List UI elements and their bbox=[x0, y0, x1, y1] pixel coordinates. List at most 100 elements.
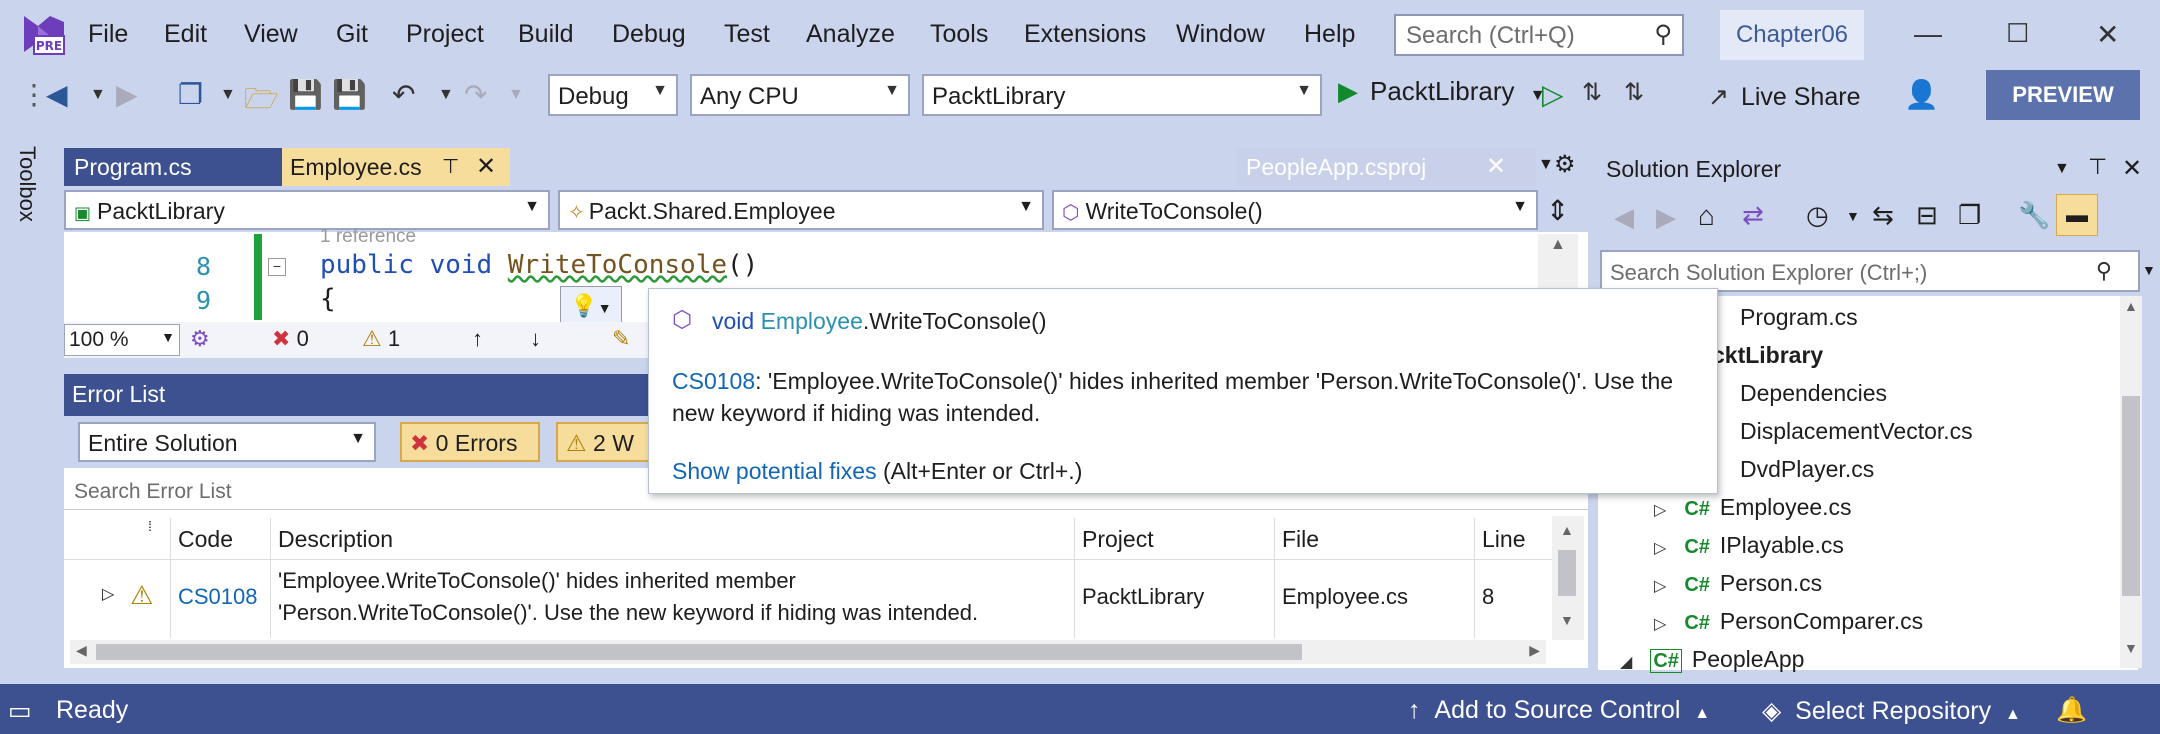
menu-tools[interactable]: Tools bbox=[930, 20, 988, 49]
scroll-thumb[interactable] bbox=[1558, 550, 1576, 596]
scroll-up-icon[interactable]: ▲ bbox=[2124, 298, 2138, 314]
select-repository-button[interactable]: ◈ Select Repository ▲ bbox=[1762, 696, 2021, 726]
solution-explorer-title[interactable]: Solution Explorer ▼ ⊤ ✕ bbox=[1598, 150, 2160, 190]
configuration-select[interactable]: Debug ▼ bbox=[548, 74, 678, 116]
settings-gear-icon[interactable]: ⚙ bbox=[1554, 150, 1576, 179]
pending-dropdown-icon[interactable]: ▼ bbox=[1846, 208, 1860, 224]
tab-program-cs[interactable]: Program.cs bbox=[64, 148, 282, 186]
new-project-icon[interactable]: ❐ bbox=[178, 78, 203, 111]
close-icon[interactable]: ✕ bbox=[2096, 18, 2119, 51]
member-nav-select[interactable]: ⬡ WriteToConsole() ▼ bbox=[1052, 190, 1538, 230]
search-options-dropdown-icon[interactable]: ▼ bbox=[2142, 262, 2156, 278]
redo-icon[interactable]: ↷ bbox=[464, 78, 487, 111]
output-window-icon[interactable]: ▭ bbox=[8, 696, 32, 726]
navigate-forward-icon[interactable]: ▶ bbox=[116, 78, 138, 111]
menu-help[interactable]: Help bbox=[1304, 20, 1355, 49]
sync-icon[interactable]: ⇆ bbox=[1872, 200, 1894, 231]
menu-file[interactable]: File bbox=[88, 20, 128, 49]
expand-icon[interactable]: ▷ bbox=[1654, 578, 1666, 595]
solution-explorer-search-input[interactable]: Search Solution Explorer (Ctrl+;) ⚲ bbox=[1600, 250, 2140, 292]
new-dropdown-icon[interactable]: ▼ bbox=[220, 86, 236, 104]
tree-item-person-cs[interactable]: ▷ C# Person.cs bbox=[1654, 570, 1822, 597]
tree-item-program-cs[interactable]: Program.cs bbox=[1740, 304, 1858, 331]
column-header-line[interactable]: Line bbox=[1482, 526, 1525, 553]
show-all-files-icon[interactable]: ❐ bbox=[1958, 200, 1981, 231]
tree-item-iplayable-cs[interactable]: ▷ C# IPlayable.cs bbox=[1654, 532, 1844, 559]
tab-peopleapp-csproj[interactable]: PeopleApp.csproj ✕ bbox=[1236, 148, 1536, 186]
preview-badge[interactable]: PREVIEW bbox=[1986, 70, 2140, 120]
home-icon[interactable]: ⌂ bbox=[1698, 200, 1715, 232]
column-header-code[interactable]: Code bbox=[178, 526, 233, 553]
scroll-up-icon[interactable]: ▲ bbox=[1550, 236, 1566, 254]
tab-list-dropdown-icon[interactable]: ▼ bbox=[1538, 156, 1554, 174]
column-options-icon[interactable]: ⁞ bbox=[148, 518, 152, 534]
collapse-toggle[interactable]: − bbox=[268, 258, 286, 276]
pending-changes-icon[interactable]: ◷ bbox=[1806, 200, 1829, 231]
next-issue-icon[interactable]: ↓ bbox=[530, 326, 541, 352]
save-icon[interactable]: 💾 bbox=[288, 78, 323, 111]
tree-item-displacementvector-cs[interactable]: DisplacementVector.cs bbox=[1740, 418, 1973, 445]
menu-git[interactable]: Git bbox=[336, 20, 368, 49]
startup-project-select[interactable]: PacktLibrary ▼ bbox=[922, 74, 1322, 116]
project-nav-select[interactable]: ▣ PacktLibrary ▼ bbox=[64, 190, 550, 230]
tree-item-employee-cs[interactable]: ▷ C# Employee.cs bbox=[1654, 494, 1852, 521]
scroll-right-icon[interactable]: ▶ bbox=[1529, 642, 1540, 659]
toolbox-tab[interactable]: Toolbox bbox=[14, 146, 40, 222]
close-panel-icon[interactable]: ✕ bbox=[2122, 154, 2142, 183]
tree-item-dvdplayer-cs[interactable]: DvdPlayer.cs bbox=[1740, 456, 1874, 483]
notifications-bell-icon[interactable]: 🔔 bbox=[2056, 696, 2087, 725]
pin-icon[interactable]: ⊤ bbox=[2088, 154, 2107, 180]
preview-selected-items-icon[interactable]: ▬ bbox=[2056, 194, 2098, 236]
back-icon[interactable]: ◀ bbox=[1614, 202, 1634, 233]
expand-icon[interactable]: ▷ bbox=[1654, 616, 1666, 633]
collapse-all-icon[interactable]: ⊟ bbox=[1916, 200, 1938, 231]
add-to-source-control-button[interactable]: ↑ Add to Source Control ▲ bbox=[1408, 696, 1710, 725]
feedback-icon[interactable]: 👤 bbox=[1904, 78, 1939, 111]
scroll-thumb[interactable] bbox=[96, 644, 1302, 660]
menu-build[interactable]: Build bbox=[518, 20, 574, 49]
tree-item-dependencies[interactable]: Dependencies bbox=[1740, 380, 1887, 407]
previous-issue-icon[interactable]: ↑ bbox=[472, 326, 483, 352]
expand-row-icon[interactable]: ▷ bbox=[102, 584, 114, 604]
diagnostic-code-link[interactable]: CS0108 bbox=[672, 368, 755, 394]
close-tab-icon[interactable]: ✕ bbox=[1486, 152, 1506, 181]
type-nav-select[interactable]: ✧ Packt.Shared.Employee ▼ bbox=[558, 190, 1044, 230]
quick-actions-lightbulb[interactable]: 💡▼ bbox=[560, 286, 622, 326]
start-debugging-button[interactable]: ▶ PacktLibrary ▼ bbox=[1338, 76, 1546, 107]
navigate-back-icon[interactable]: ◀ bbox=[46, 78, 68, 111]
minimize-icon[interactable]: — bbox=[1914, 18, 1942, 50]
undo-icon[interactable]: ↶ bbox=[392, 78, 415, 111]
window-position-dropdown-icon[interactable]: ▼ bbox=[2054, 160, 2070, 178]
step-over-icon[interactable]: ⇅ bbox=[1624, 78, 1644, 107]
column-header-project[interactable]: Project bbox=[1082, 526, 1154, 553]
code-cleanup-icon[interactable]: ✎ bbox=[612, 326, 630, 352]
menu-window[interactable]: Window bbox=[1176, 20, 1265, 49]
warning-count-indicator[interactable]: ⚠ 1 bbox=[362, 326, 400, 352]
forward-icon[interactable]: ▶ bbox=[1656, 202, 1676, 233]
menu-test[interactable]: Test bbox=[724, 20, 770, 49]
step-icon[interactable]: ⇅ bbox=[1582, 78, 1602, 107]
back-dropdown-icon[interactable]: ▼ bbox=[90, 86, 106, 104]
tree-item-packtlibrary[interactable]: cktLibrary bbox=[1712, 342, 1823, 369]
scroll-down-icon[interactable]: ▼ bbox=[1560, 612, 1574, 628]
switch-views-icon[interactable]: ⇄ bbox=[1742, 200, 1764, 231]
show-potential-fixes-link[interactable]: Show potential fixes bbox=[672, 458, 877, 484]
solution-name-badge[interactable]: Chapter06 bbox=[1720, 10, 1864, 60]
error-list-vertical-scrollbar[interactable]: ▲ ▼ bbox=[1552, 516, 1584, 640]
tree-item-peopleapp[interactable]: ◢ C# PeopleApp bbox=[1620, 646, 1804, 673]
save-all-icon[interactable]: 💾 bbox=[332, 78, 367, 111]
undo-dropdown-icon[interactable]: ▼ bbox=[438, 86, 454, 104]
error-scope-select[interactable]: Entire Solution ▼ bbox=[78, 422, 376, 462]
scroll-down-icon[interactable]: ▼ bbox=[2124, 640, 2138, 656]
open-folder-icon[interactable]: 🗁 bbox=[244, 78, 279, 126]
column-header-file[interactable]: File bbox=[1282, 526, 1319, 553]
platform-select[interactable]: Any CPU ▼ bbox=[690, 74, 910, 116]
tree-item-personcomparer-cs[interactable]: ▷ C# PersonComparer.cs bbox=[1654, 608, 1923, 635]
menu-edit[interactable]: Edit bbox=[164, 20, 207, 49]
error-count-indicator[interactable]: ✖ 0 bbox=[272, 326, 309, 352]
scroll-thumb[interactable] bbox=[2122, 396, 2140, 596]
expand-icon[interactable]: ▷ bbox=[1654, 540, 1666, 557]
column-header-description[interactable]: Description bbox=[278, 526, 393, 553]
expand-icon[interactable]: ▷ bbox=[1654, 502, 1666, 519]
redo-dropdown-icon[interactable]: ▼ bbox=[508, 86, 524, 104]
